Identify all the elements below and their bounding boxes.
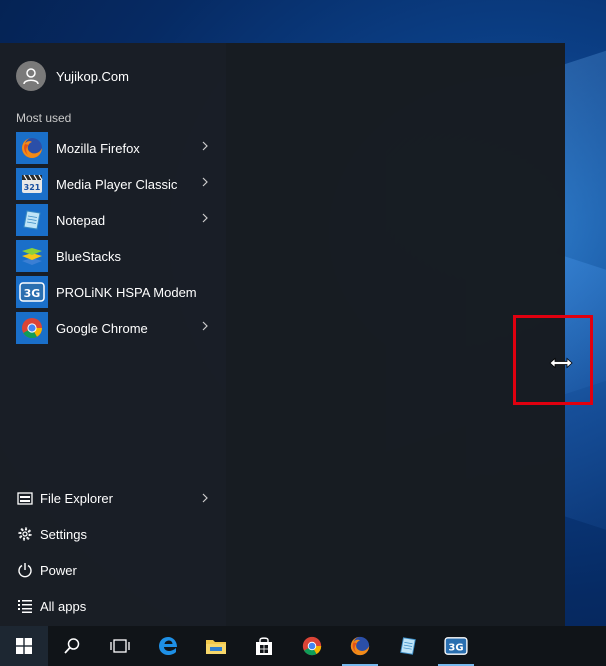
taskbar-notepad-button[interactable] bbox=[384, 626, 432, 666]
chevron-right-icon[interactable] bbox=[202, 321, 208, 331]
settings-item[interactable]: Settings bbox=[16, 516, 216, 552]
app-label: Media Player Classic bbox=[56, 176, 178, 192]
edge-icon bbox=[159, 637, 177, 655]
firefox-icon bbox=[16, 132, 48, 164]
app-item-notepad[interactable]: Notepad bbox=[16, 204, 216, 236]
taskbar-prolink-button[interactable]: 3G bbox=[432, 626, 480, 666]
taskbar-file-explorer-button[interactable] bbox=[192, 626, 240, 666]
app-item-media-player-classic[interactable]: 321 Media Player Classic bbox=[16, 168, 216, 200]
user-name: Yujikop.Com bbox=[56, 68, 129, 84]
power-label: Power bbox=[40, 562, 77, 578]
start-menu-bottom: File Explorer Settings Power All apps bbox=[16, 480, 216, 624]
all-apps-item[interactable]: All apps bbox=[16, 588, 216, 624]
app-item-bluestacks[interactable]: BlueStacks bbox=[16, 240, 216, 272]
list-icon bbox=[16, 597, 34, 615]
file-explorer-item[interactable]: File Explorer bbox=[16, 480, 216, 516]
firefox-icon bbox=[350, 636, 370, 656]
notepad-icon bbox=[400, 637, 416, 655]
user-account[interactable]: Yujikop.Com bbox=[16, 60, 129, 92]
chevron-right-icon[interactable] bbox=[202, 213, 208, 223]
power-item[interactable]: Power bbox=[16, 552, 216, 588]
most-used-list: Mozilla Firefox 321 Media Player Classic bbox=[16, 132, 216, 348]
app-item-prolink-hspa-modem[interactable]: 3G PROLiNK HSPA Modem bbox=[16, 276, 216, 308]
app-label: BlueStacks bbox=[56, 248, 122, 264]
bluestacks-icon bbox=[16, 240, 48, 272]
prolink-3g-label: 3G bbox=[448, 643, 463, 654]
chrome-icon bbox=[16, 312, 48, 344]
media-player-classic-icon: 321 bbox=[16, 168, 48, 200]
store-icon bbox=[256, 637, 272, 655]
notepad-icon bbox=[16, 204, 48, 236]
app-label: Google Chrome bbox=[56, 320, 148, 336]
task-view-button[interactable] bbox=[96, 626, 144, 666]
taskbar: 3G bbox=[0, 626, 606, 666]
file-explorer-icon bbox=[16, 489, 34, 507]
folder-icon bbox=[206, 640, 226, 654]
app-item-firefox[interactable]: Mozilla Firefox bbox=[16, 132, 216, 164]
gear-icon bbox=[16, 525, 34, 543]
app-label: PROLiNK HSPA Modem bbox=[56, 284, 197, 300]
taskbar-search-button[interactable] bbox=[48, 626, 96, 666]
chevron-right-icon[interactable] bbox=[202, 493, 208, 503]
most-used-title: Most used bbox=[16, 111, 72, 125]
all-apps-label: All apps bbox=[40, 598, 87, 614]
taskbar-chrome-button[interactable] bbox=[288, 626, 336, 666]
taskbar-firefox-button[interactable] bbox=[336, 626, 384, 666]
file-explorer-label: File Explorer bbox=[40, 490, 113, 506]
chrome-icon bbox=[302, 636, 322, 656]
search-icon bbox=[64, 638, 80, 654]
task-view-icon bbox=[110, 639, 130, 653]
prolink-3g-icon: 3G bbox=[444, 637, 468, 655]
horizontal-resize-cursor-icon bbox=[549, 357, 573, 369]
app-label: Mozilla Firefox bbox=[56, 140, 140, 156]
svg-text:321: 321 bbox=[24, 183, 41, 192]
taskbar-store-button[interactable] bbox=[240, 626, 288, 666]
windows-logo-icon bbox=[16, 638, 32, 654]
prolink-3g-icon: 3G bbox=[16, 276, 48, 308]
user-avatar-icon bbox=[16, 61, 46, 91]
chevron-right-icon[interactable] bbox=[202, 177, 208, 187]
power-icon bbox=[16, 561, 34, 579]
app-item-google-chrome[interactable]: Google Chrome bbox=[16, 312, 216, 344]
start-button[interactable] bbox=[0, 626, 48, 666]
start-menu: Yujikop.Com Most used Mozilla Firefox 32… bbox=[0, 43, 565, 626]
chevron-right-icon[interactable] bbox=[202, 141, 208, 151]
taskbar-edge-button[interactable] bbox=[144, 626, 192, 666]
svg-text:3G: 3G bbox=[24, 287, 41, 300]
settings-label: Settings bbox=[40, 526, 87, 542]
app-label: Notepad bbox=[56, 212, 106, 228]
